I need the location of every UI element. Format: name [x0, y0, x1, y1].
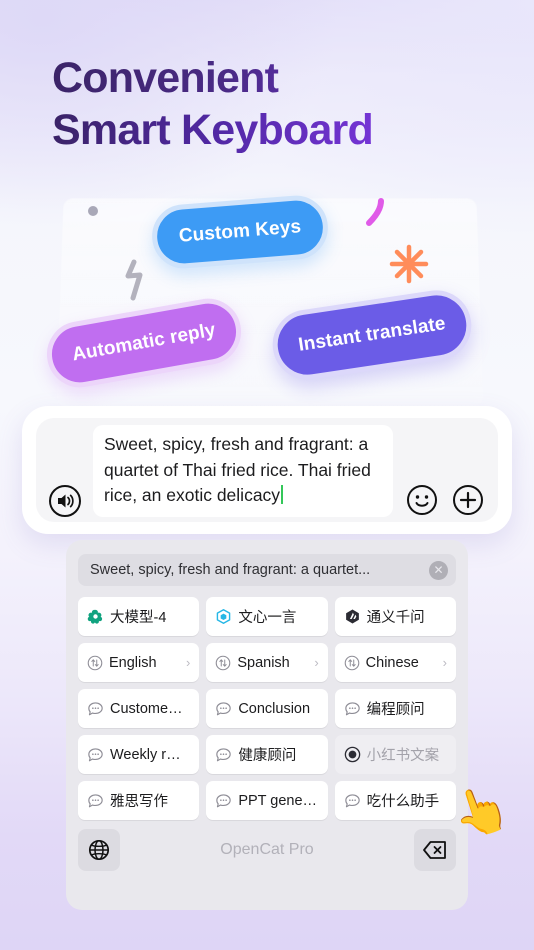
keyboard-key-label: 文心一言: [238, 610, 297, 626]
keyboard-key-rows: 大模型-4 文心一言 通义千问 English › Spanish › Chinese › Cus…: [78, 597, 456, 820]
chat-bubble-icon: [344, 701, 361, 717]
sparkle-star-icon: [388, 243, 430, 290]
keyboard-key[interactable]: 大模型-4: [78, 597, 200, 636]
keyboard-key-label: Chinese: [365, 654, 419, 671]
keyboard-key-label: 雅思写作: [110, 794, 168, 810]
keyboard-key[interactable]: Conclusion: [206, 689, 328, 728]
keyboard-key-label: Conclusion: [238, 700, 311, 717]
keyboard-key-label: Custome…: [110, 700, 183, 717]
tongyi-logo-icon: [345, 609, 359, 624]
translate-icon: [344, 655, 360, 671]
ernie-cube-icon: [217, 608, 231, 625]
keyboard-key[interactable]: Custome…: [78, 689, 200, 728]
keyboard-key-label: PPT gene…: [238, 792, 318, 809]
keyboard-key-label: 通义千问: [366, 610, 425, 626]
pill-automatic-reply-label: Automatic reply: [70, 319, 218, 366]
backspace-button[interactable]: [414, 829, 456, 871]
space-key[interactable]: OpenCat Pro: [120, 841, 414, 859]
chevron-right-icon: ›: [442, 655, 447, 670]
suggestion-text: Sweet, spicy, fresh and fragrant: a quar…: [90, 562, 371, 578]
openai-logo-icon: [87, 609, 103, 624]
backspace-icon: [423, 841, 446, 859]
keyboard-key[interactable]: PPT gene…: [206, 781, 328, 820]
text-cursor: [281, 485, 284, 504]
pill-instant-translate-label: Instant translate: [296, 313, 447, 356]
keyboard-key[interactable]: Weekly r…: [78, 735, 200, 774]
plus-icon: [453, 485, 483, 515]
globe-button[interactable]: [78, 829, 120, 871]
chat-bubble-icon: [87, 701, 104, 717]
chat-bubble-icon: [216, 793, 232, 807]
keyboard-key[interactable]: 雅思写作: [78, 781, 200, 820]
keyboard-key-label: Weekly r…: [110, 746, 181, 763]
translate-icon: [87, 655, 103, 671]
decor-curve-icon: [362, 196, 388, 235]
hero-line-2: Smart Keyboard: [52, 104, 472, 156]
keyboard-key[interactable]: 吃什么助手: [334, 781, 456, 820]
globe-icon: [88, 839, 110, 861]
openai-logo-icon: [87, 608, 104, 625]
decor-dot-icon: [88, 206, 98, 216]
text-input-value: Sweet, spicy, fresh and fragrant: a quar…: [104, 434, 371, 505]
chat-bubble-icon: [344, 793, 360, 807]
keyboard-key-label: 大模型-4: [110, 610, 167, 626]
keyboard-key[interactable]: English ›: [78, 643, 200, 682]
add-button[interactable]: [450, 482, 486, 518]
translate-icon: [216, 655, 231, 670]
keyboard-key[interactable]: 健康顾问: [206, 735, 328, 774]
keyboard-key[interactable]: Chinese ›: [334, 643, 456, 682]
chat-bubble-icon: [87, 747, 104, 763]
keyboard-key-label: 编程顾问: [366, 702, 425, 718]
keyboard-key[interactable]: 通义千问: [334, 597, 456, 636]
keyboard-row: Weekly r… 健康顾问 小红书文案: [78, 735, 456, 774]
chat-bubble-icon: [215, 701, 232, 717]
hero-line-1: Convenient: [52, 52, 472, 104]
hero-heading: Convenient Smart Keyboard: [52, 52, 472, 157]
speaker-icon: [49, 485, 81, 517]
keyboard-row: 大模型-4 文心一言 通义千问: [78, 597, 456, 636]
keyboard-key-label: Spanish: [237, 654, 290, 671]
chat-bubble-icon: [216, 701, 232, 715]
keyboard-key[interactable]: Spanish ›: [206, 643, 328, 682]
keyboard-key-label: English: [109, 654, 157, 671]
chat-bubble-icon: [344, 793, 361, 809]
chat-bubble-icon: [88, 793, 103, 807]
radio-selected-icon: [344, 746, 360, 763]
chat-bubble-icon: [88, 747, 103, 761]
keyboard-panel: Sweet, spicy, fresh and fragrant: a quar…: [66, 540, 468, 910]
speaker-button[interactable]: [46, 482, 84, 520]
keyboard-bottom-row: OpenCat Pro: [78, 829, 456, 871]
smiley-icon: [407, 485, 437, 515]
chat-bubble-icon: [344, 701, 360, 715]
suggestion-bar[interactable]: Sweet, spicy, fresh and fragrant: a quar…: [78, 554, 456, 586]
ernie-cube-icon: [215, 608, 232, 625]
chat-bubble-icon: [215, 793, 232, 809]
translate-icon: [215, 655, 231, 671]
translate-icon: [87, 655, 103, 670]
keyboard-row: 雅思写作 PPT gene… 吃什么助手: [78, 781, 456, 820]
chevron-right-icon: ›: [314, 655, 319, 670]
chat-bubble-icon: [216, 747, 232, 761]
chevron-right-icon: ›: [185, 655, 191, 670]
radio-selected-icon: [344, 746, 361, 763]
keyboard-key-label: 健康顾问: [238, 748, 297, 764]
keyboard-key-label: 吃什么助手: [366, 794, 440, 810]
tongyi-logo-icon: [344, 608, 361, 625]
translate-icon: [344, 655, 359, 670]
keyboard-key[interactable]: 小红书文案: [334, 735, 456, 774]
lightning-bolt-icon: [120, 258, 154, 309]
keyboard-key[interactable]: 编程顾问: [334, 689, 456, 728]
keyboard-row: English › Spanish › Chinese ›: [78, 643, 456, 682]
clear-suggestion-icon[interactable]: ✕: [429, 560, 448, 580]
emoji-button[interactable]: [404, 482, 440, 518]
text-input-field[interactable]: Sweet, spicy, fresh and fragrant: a quar…: [93, 425, 393, 517]
keyboard-key[interactable]: 文心一言: [206, 597, 328, 636]
keyboard-row: Custome… Conclusion 编程顾问: [78, 689, 456, 728]
keyboard-key-label: 小红书文案: [366, 748, 440, 764]
chat-bubble-icon: [87, 793, 104, 809]
chat-bubble-icon: [88, 701, 103, 715]
pill-custom-keys-label: Custom Keys: [178, 216, 302, 247]
chat-bubble-icon: [215, 747, 232, 763]
